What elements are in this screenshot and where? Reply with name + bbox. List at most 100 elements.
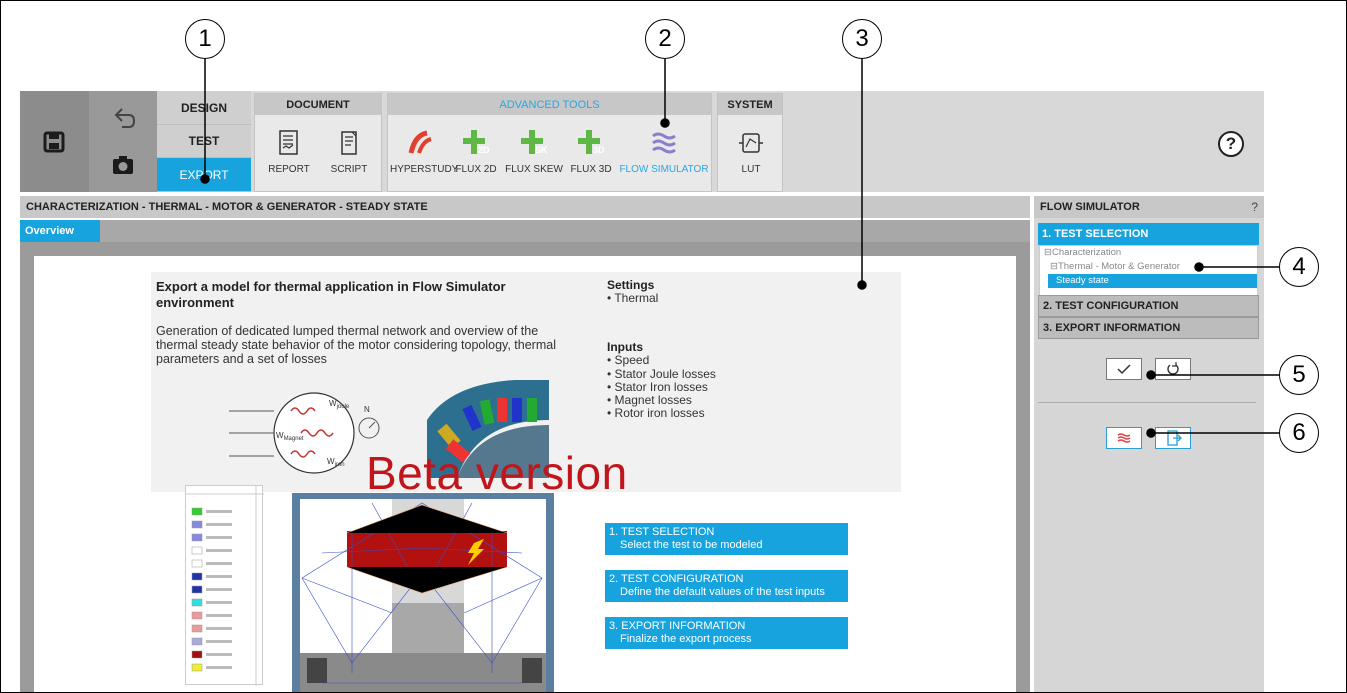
flow-simulator-icon xyxy=(1117,433,1131,443)
script-icon xyxy=(341,131,357,155)
step-card-export-information: 3. EXPORT INFORMATION Finalize the expor… xyxy=(605,617,848,649)
reset-icon xyxy=(1167,362,1179,375)
panel-step-test-selection[interactable]: 1. TEST SELECTION xyxy=(1038,223,1259,245)
thumb-row-line xyxy=(206,601,232,604)
callout-6: 6 xyxy=(1279,413,1319,453)
hyperstudy-label: HYPERSTUDY xyxy=(390,164,459,175)
camera-icon xyxy=(113,156,133,174)
svg-text:N: N xyxy=(364,405,370,414)
svg-text:2D: 2D xyxy=(478,145,490,155)
export-file-button[interactable] xyxy=(1155,427,1191,449)
flow-simulator-button[interactable]: FLOW SIMULATOR xyxy=(618,126,710,186)
screenshot-button[interactable] xyxy=(89,141,157,192)
thumb-swatch xyxy=(191,507,203,516)
thumb-swatch xyxy=(191,572,203,581)
step-card-desc: Define the default values of the test in… xyxy=(620,586,825,598)
settings-block: Settings • Thermal xyxy=(607,279,658,305)
tab-design[interactable]: DESIGN xyxy=(157,91,251,125)
thumb-swatch xyxy=(191,663,203,672)
overview-title: Export a model for thermal application i… xyxy=(156,279,506,310)
thumb-row-line xyxy=(206,640,232,643)
report-icon xyxy=(279,130,298,155)
thumb-row-line xyxy=(206,653,232,656)
report-button[interactable]: REPORT xyxy=(259,126,319,186)
hyperstudy-button[interactable]: HYPERSTUDY xyxy=(390,126,459,186)
app-frame: DESIGN TEST EXPORT DOCUMENT REPORT SCRIP… xyxy=(0,0,1347,693)
thumb-swatch xyxy=(191,520,203,529)
fluxskew-label: FLUX SKEW xyxy=(505,164,563,175)
input-item: • Stator Iron losses xyxy=(607,379,708,394)
panel-step-export-information[interactable]: 3. EXPORT INFORMATION xyxy=(1038,317,1259,339)
callout-1: 1 xyxy=(185,19,225,59)
flux2d-label: FLUX 2D xyxy=(455,164,497,175)
thumb-row-line xyxy=(206,588,232,591)
script-button[interactable]: SCRIPT xyxy=(319,126,379,186)
beta-watermark: Beta version xyxy=(366,447,628,499)
flow-simulator-label: FLOW SIMULATOR xyxy=(619,164,709,175)
step-card-test-configuration: 2. TEST CONFIGURATION Define the default… xyxy=(605,570,848,602)
open-flow-simulator-button[interactable] xyxy=(1106,427,1142,449)
callout-2: 2 xyxy=(645,19,685,59)
callout-3: 3 xyxy=(842,19,882,59)
undo-icon xyxy=(114,108,136,128)
advanced-tools-title: ADVANCED TOOLS xyxy=(388,94,711,115)
help-button[interactable]: ? xyxy=(1218,131,1244,157)
thumb-swatch xyxy=(191,546,203,555)
thermal-group-tree-thumbnail xyxy=(185,485,264,686)
content-area: Export a model for thermal application i… xyxy=(20,242,1030,692)
panel-divider xyxy=(1038,402,1256,403)
script-label: SCRIPT xyxy=(330,164,368,175)
inputs-title: Inputs xyxy=(607,340,643,354)
flux3d-button[interactable]: 3D FLUX 3D xyxy=(566,126,616,186)
flow-simulator-icon xyxy=(652,132,676,154)
ribbon-toolbar: DESIGN TEST EXPORT DOCUMENT REPORT SCRIP… xyxy=(20,91,1264,192)
panel-title: FLOW SIMULATOR xyxy=(1040,201,1140,213)
hyperstudy-icon xyxy=(408,130,432,154)
step-card-title: 1. TEST SELECTION xyxy=(609,526,715,538)
input-item: • Rotor iron losses xyxy=(607,406,705,421)
settings-item: • Thermal xyxy=(607,291,659,305)
thumb-swatch xyxy=(191,598,203,607)
step-card-desc: Finalize the export process xyxy=(620,633,752,645)
overview-document: Export a model for thermal application i… xyxy=(34,256,1016,692)
thumb-swatch xyxy=(191,559,203,568)
thermal-network-graphic xyxy=(300,499,546,692)
tree-item-thermal[interactable]: ⊟Thermal - Motor & Generator xyxy=(1040,260,1257,274)
thumb-row-line xyxy=(206,562,232,565)
document-group-title: DOCUMENT xyxy=(255,94,381,115)
tab-overview[interactable]: Overview xyxy=(20,220,100,242)
flux-3d-icon: 3D xyxy=(578,130,605,155)
flux2d-button[interactable]: 2D FLUX 2D xyxy=(452,126,500,186)
thumb-swatch xyxy=(191,650,203,659)
breadcrumb: CHARACTERIZATION - THERMAL - MOTOR & GEN… xyxy=(20,196,1030,218)
thumb-row-line xyxy=(206,666,232,669)
content-tabbar: Overview xyxy=(20,220,1030,242)
panel-header: FLOW SIMULATOR ? xyxy=(1034,196,1264,218)
tree-item-characterization[interactable]: ⊟Characterization xyxy=(1040,246,1257,260)
panel-help-button[interactable]: ? xyxy=(1251,196,1258,218)
validate-button[interactable] xyxy=(1106,358,1142,380)
lut-button[interactable]: LUT xyxy=(721,126,781,186)
svg-text:SK: SK xyxy=(535,145,548,155)
svg-text:3D: 3D xyxy=(593,145,605,155)
input-item: • Speed xyxy=(607,353,650,368)
fluxskew-button[interactable]: SK FLUX SKEW xyxy=(502,126,566,186)
step-card-title: 2. TEST CONFIGURATION xyxy=(609,573,744,585)
flow-simulator-panel: FLOW SIMULATOR ? 1. TEST SELECTION ⊟Char… xyxy=(1034,196,1264,692)
tree-item-steady-state[interactable]: Steady state xyxy=(1048,274,1257,288)
panel-step-test-configuration[interactable]: 2. TEST CONFIGURATION xyxy=(1038,295,1259,317)
save-button[interactable] xyxy=(20,91,89,192)
thumb-row-line xyxy=(206,536,232,539)
thumb-swatch xyxy=(191,585,203,594)
callout-4: 4 xyxy=(1279,247,1319,287)
system-group: SYSTEM LUT xyxy=(717,93,783,192)
undo-button[interactable] xyxy=(89,91,157,141)
tab-export[interactable]: EXPORT xyxy=(157,158,251,192)
thumb-swatch xyxy=(191,637,203,646)
step-card-desc: Select the test to be modeled xyxy=(620,539,763,551)
tab-test[interactable]: TEST xyxy=(157,125,251,158)
thumb-row-line xyxy=(206,614,232,617)
input-item: • Stator Joule losses xyxy=(607,366,716,381)
reset-button[interactable] xyxy=(1155,358,1191,380)
test-tree: ⊟Characterization ⊟Thermal - Motor & Gen… xyxy=(1039,245,1258,297)
